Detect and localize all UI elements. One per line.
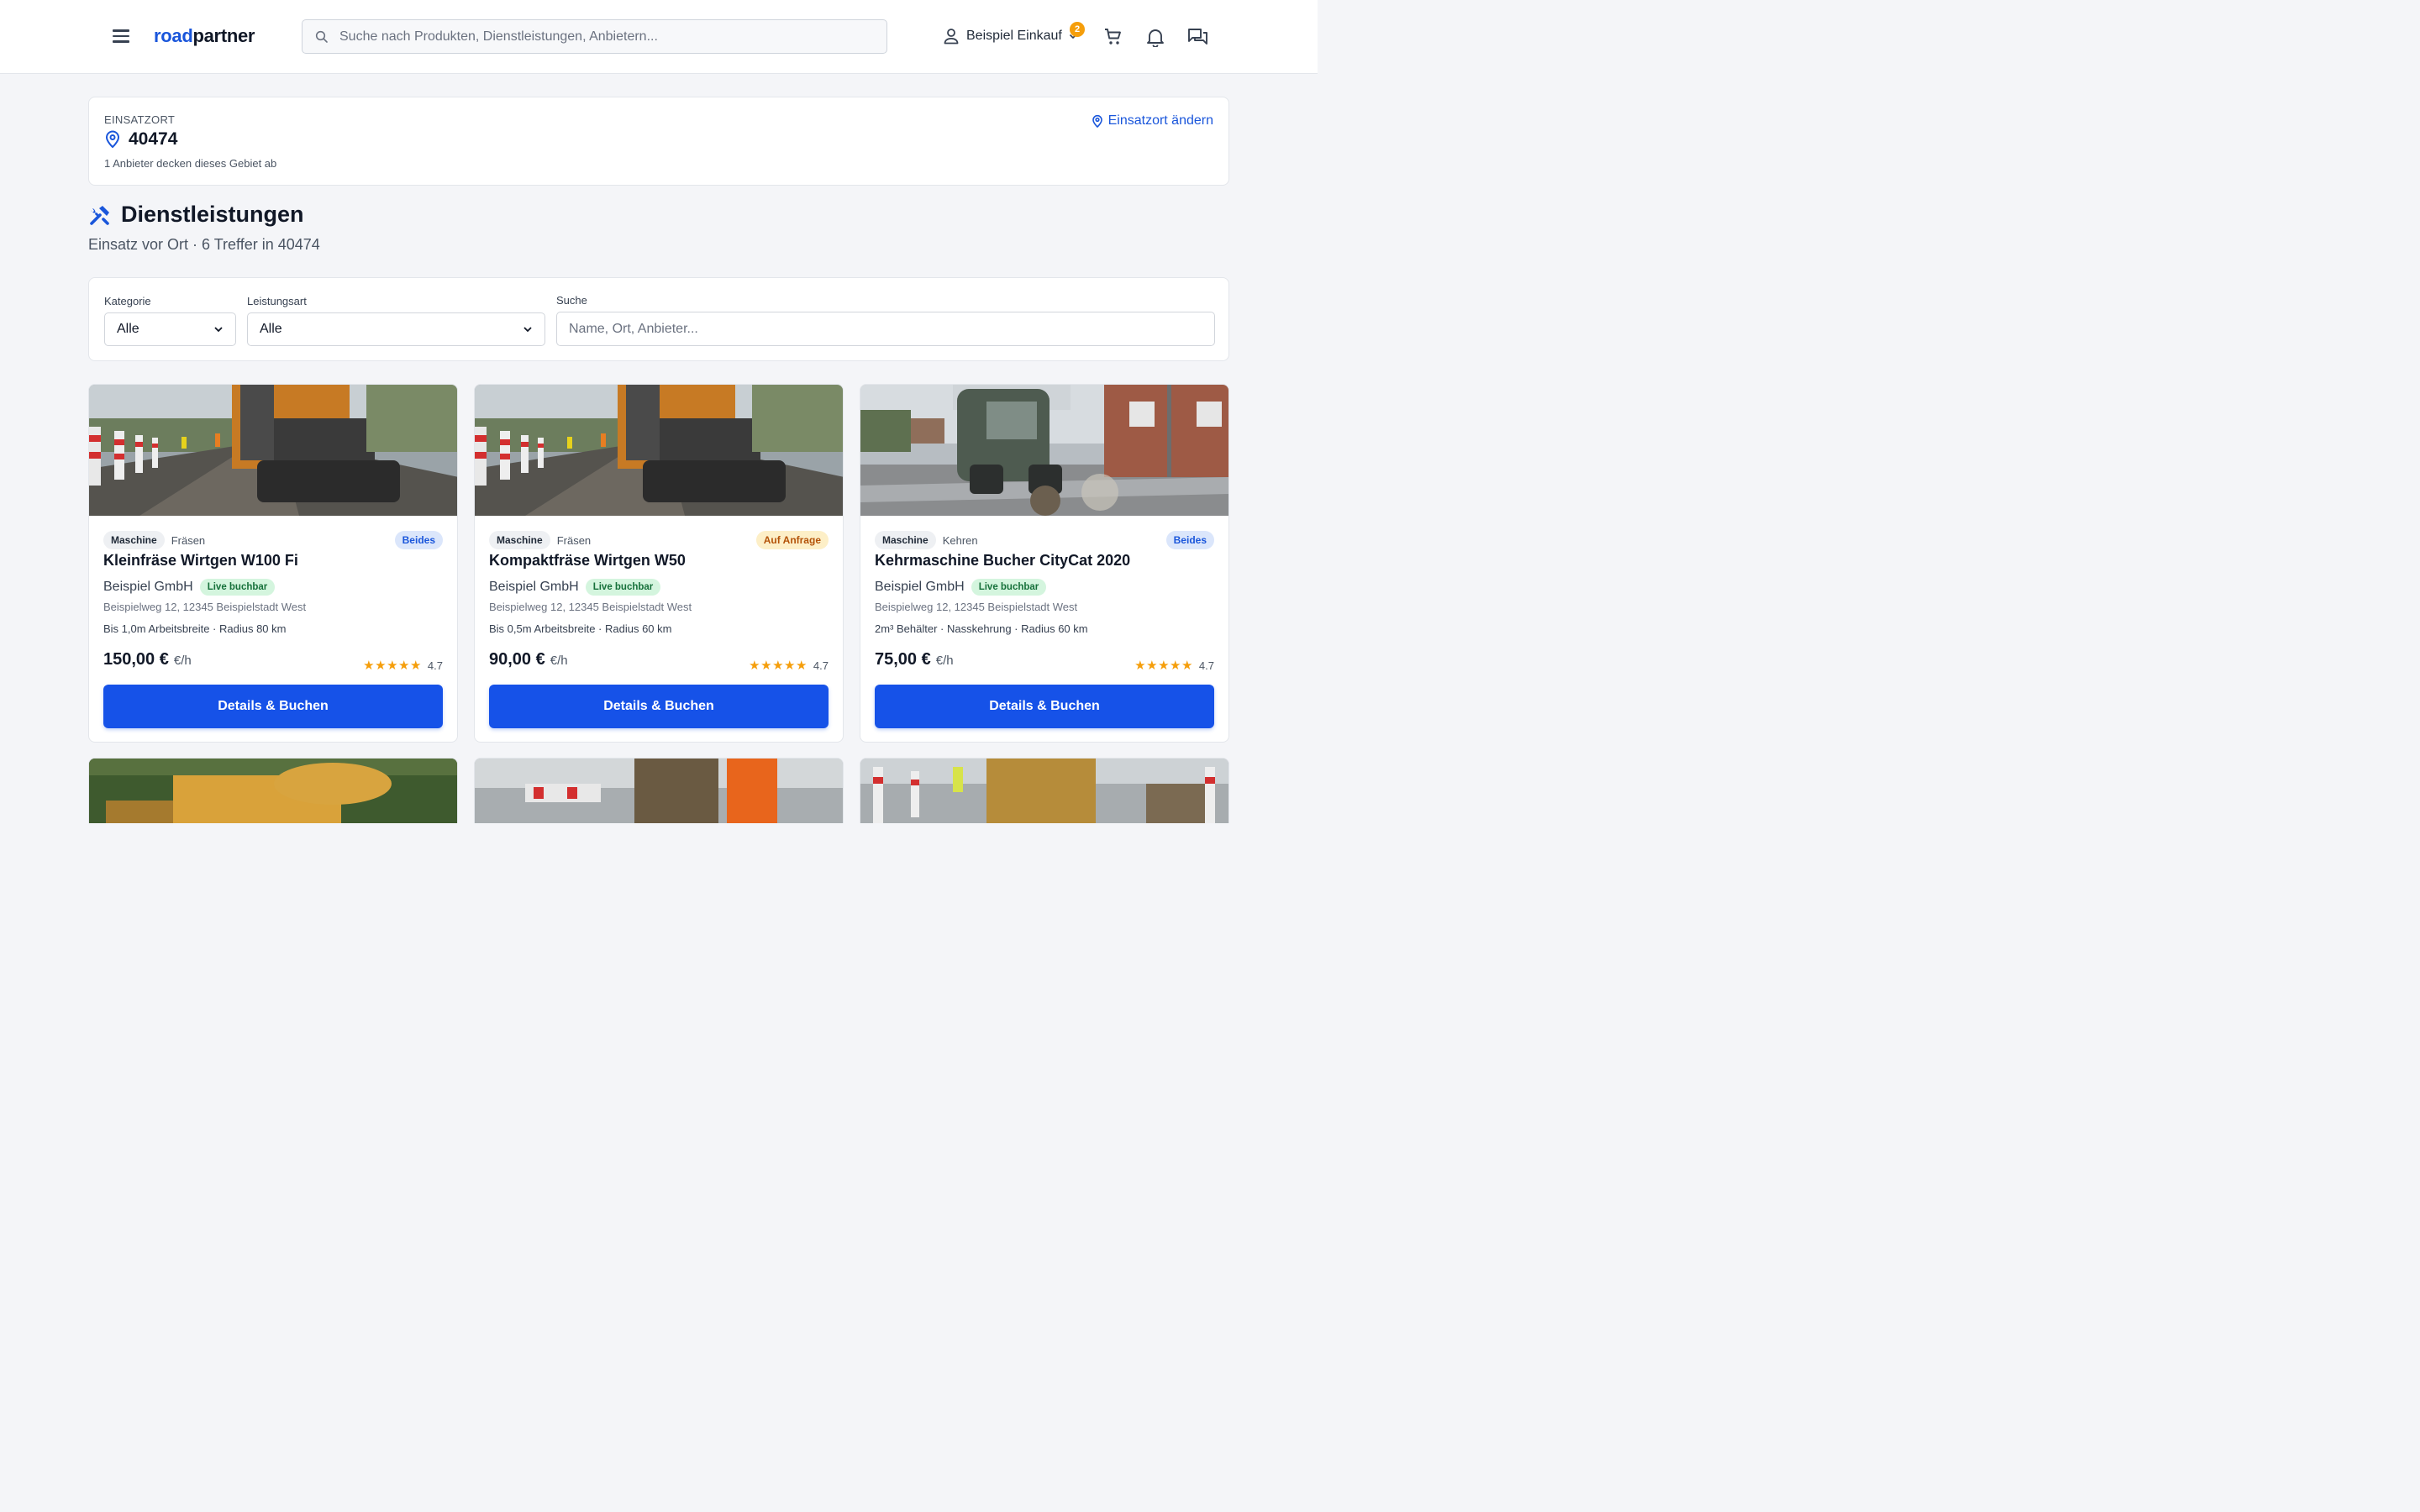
- subtype-label: Kehren: [942, 533, 978, 547]
- global-search-input[interactable]: [339, 20, 877, 53]
- menu-button[interactable]: [110, 25, 132, 47]
- rating-value: 4.7: [427, 659, 443, 672]
- logo[interactable]: roadpartner: [154, 25, 255, 47]
- type-tag: Maschine: [875, 531, 936, 549]
- service-image[interactable]: [89, 759, 457, 823]
- mode-badge: Beides: [394, 531, 443, 549]
- rating-value: 4.7: [813, 659, 829, 672]
- service-image[interactable]: [89, 385, 457, 516]
- page-subtitle: Einsatz vor Ort · 6 Treffer in 40474: [88, 236, 320, 253]
- filter-search-input[interactable]: [556, 312, 1215, 346]
- details-book-button[interactable]: Details & Buchen: [875, 685, 1214, 728]
- service-card: Maschine Fräsen Beides Kleinfräse Wirtge…: [88, 384, 458, 743]
- provider-name[interactable]: Beispiel GmbH: [103, 580, 193, 595]
- cart-icon[interactable]: [1103, 27, 1123, 47]
- service-specs: Bis 0,5m Arbeitsbreite · Radius 60 km: [489, 622, 672, 635]
- price-unit: €/h: [550, 654, 568, 668]
- service-image[interactable]: [475, 385, 843, 516]
- location-label: EINSATZORT: [104, 113, 176, 126]
- tools-icon: [90, 205, 109, 225]
- service-specs: 2m³ Behälter · Nasskehrung · Radius 60 k…: [875, 622, 1088, 635]
- service-card-partial: [474, 758, 844, 823]
- details-book-button[interactable]: Details & Buchen: [103, 685, 443, 728]
- mode-badge: Beides: [1165, 531, 1214, 549]
- global-search: [302, 19, 887, 54]
- provider-address: Beispielweg 12, 12345 Beispielstadt West: [489, 601, 692, 613]
- location-value: 40474: [129, 129, 178, 149]
- star-icons: ★★★★★: [1134, 659, 1193, 673]
- location-pin-icon: [105, 130, 120, 149]
- rating: ★★★★★ 4.7: [1134, 658, 1214, 673]
- service-type-label: Leistungsart: [247, 295, 307, 307]
- service-image[interactable]: [475, 759, 843, 823]
- price-unit: €/h: [935, 654, 954, 668]
- page-title: Dienstleistungen: [121, 202, 304, 227]
- menu-icon: [113, 29, 129, 32]
- star-icons: ★★★★★: [363, 659, 422, 673]
- bell-icon[interactable]: [1146, 27, 1165, 47]
- live-badge: Live buchbar: [199, 579, 276, 596]
- category-select[interactable]: Alle: [104, 312, 236, 346]
- provider-address: Beispielweg 12, 12345 Beispielstadt West: [875, 601, 1078, 613]
- chevron-down-icon: [523, 327, 532, 333]
- notification-badge: 2: [1070, 22, 1085, 37]
- rating: ★★★★★ 4.7: [363, 658, 443, 673]
- change-location-label: Einsatzort ändern: [1107, 113, 1213, 128]
- price-value: 150,00 €: [103, 650, 169, 669]
- service-title[interactable]: Kehrmaschine Bucher CityCat 2020: [875, 552, 1130, 570]
- location-card: EINSATZORT 40474 1 Anbieter decken diese…: [88, 97, 1229, 186]
- category-label: Kategorie: [104, 295, 151, 307]
- chat-icon[interactable]: [1187, 27, 1208, 47]
- subtype-label: Fräsen: [171, 533, 206, 547]
- page-title-row: Dienstleistungen: [88, 202, 304, 228]
- user-label: Beispiel Einkauf: [966, 29, 1062, 43]
- provider-name[interactable]: Beispiel GmbH: [875, 580, 965, 595]
- star-icons: ★★★★★: [749, 659, 808, 673]
- price-unit: €/h: [173, 654, 192, 668]
- search-icon: [315, 30, 328, 43]
- service-type-select-value: Alle: [260, 322, 282, 336]
- chevron-down-icon: [214, 327, 223, 333]
- rating-value: 4.7: [1198, 659, 1214, 672]
- service-type-select[interactable]: Alle: [247, 312, 545, 346]
- service-image[interactable]: [860, 385, 1228, 516]
- service-specs: Bis 1,0m Arbeitsbreite · Radius 80 km: [103, 622, 287, 635]
- location-subtitle: 1 Anbieter decken dieses Gebiet ab: [104, 157, 277, 170]
- service-card-partial: [860, 758, 1229, 823]
- mode-badge: Auf Anfrage: [755, 531, 829, 549]
- price-value: 90,00 €: [489, 650, 545, 669]
- type-tag: Maschine: [489, 531, 550, 549]
- location-value-row: 40474: [104, 129, 177, 150]
- live-badge: Live buchbar: [585, 579, 661, 596]
- service-title[interactable]: Kompaktfräse Wirtgen W50: [489, 552, 686, 570]
- location-pin-icon: [1092, 114, 1102, 128]
- top-header: roadpartner Beispiel Einkauf 2: [0, 0, 1318, 74]
- change-location-button[interactable]: Einsatzort ändern: [1092, 113, 1213, 129]
- rating: ★★★★★ 4.7: [749, 658, 829, 673]
- service-title[interactable]: Kleinfräse Wirtgen W100 Fi: [103, 552, 298, 570]
- provider-name[interactable]: Beispiel GmbH: [489, 580, 579, 595]
- subtype-label: Fräsen: [556, 533, 592, 547]
- type-tag: Maschine: [103, 531, 165, 549]
- user-menu[interactable]: Beispiel Einkauf: [942, 27, 1078, 45]
- price-value: 75,00 €: [875, 650, 931, 669]
- filter-search-label: Suche: [556, 294, 587, 307]
- provider-address: Beispielweg 12, 12345 Beispielstadt West: [103, 601, 307, 613]
- details-book-button[interactable]: Details & Buchen: [489, 685, 829, 728]
- filter-bar: Kategorie Alle Leistungsart Alle Suche: [88, 277, 1229, 361]
- service-card: Maschine Kehren Beides Kehrmaschine Buch…: [860, 384, 1229, 743]
- service-card-partial: [88, 758, 458, 823]
- category-select-value: Alle: [117, 322, 139, 336]
- user-icon: [944, 29, 959, 45]
- service-image[interactable]: [860, 759, 1228, 823]
- live-badge: Live buchbar: [971, 579, 1047, 596]
- service-card: Maschine Fräsen Auf Anfrage Kompaktfräse…: [474, 384, 844, 743]
